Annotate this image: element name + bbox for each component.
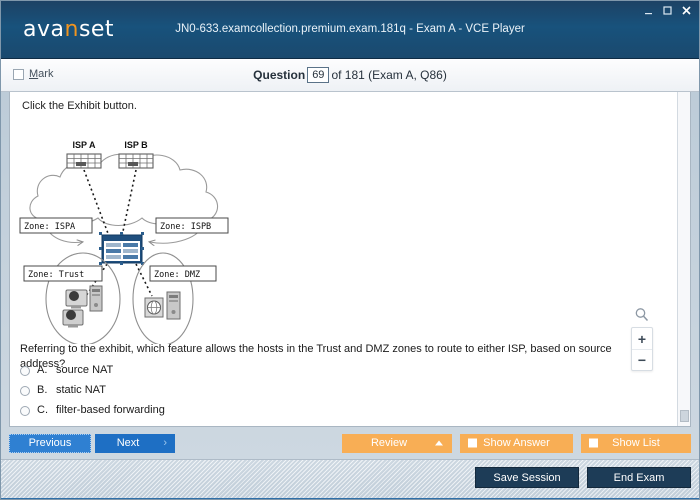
zoom-controls: + −: [629, 307, 655, 371]
show-answer-button[interactable]: Show Answer: [460, 433, 573, 453]
question-indicator: Question 69 of 181 (Exam A, Q86): [1, 67, 699, 83]
answer-text-a: source NAT: [56, 364, 114, 376]
answer-text-c: filter-based forwarding: [56, 404, 165, 416]
review-button-label: Review: [370, 437, 408, 449]
review-button[interactable]: Review: [342, 433, 452, 453]
answer-option-a[interactable]: A. source NAT: [20, 364, 165, 376]
question-number-input[interactable]: 69: [307, 67, 330, 83]
answer-options: A. source NAT B. static NAT C. filter-ba…: [20, 364, 165, 424]
answer-letter-a: A.: [37, 364, 48, 376]
content-scrollbar[interactable]: [677, 92, 690, 426]
magnifier-icon[interactable]: [634, 307, 650, 323]
server-icon-dmz: [144, 291, 181, 320]
question-panel: Click the Exhibit button. ISP A ISP B Zo…: [9, 92, 691, 427]
footer-bar: Save Session End Exam: [1, 459, 699, 499]
zoom-out-button[interactable]: −: [632, 349, 652, 370]
show-answer-label: Show Answer: [483, 437, 550, 449]
footer-buttons: Save Session End Exam: [475, 467, 691, 488]
workstation-icon-trust: [62, 285, 103, 328]
end-exam-button[interactable]: End Exam: [587, 467, 691, 488]
square-icon: [468, 438, 477, 448]
switch-icon-isp-a: [66, 153, 102, 169]
answer-radio-a[interactable]: [20, 366, 30, 376]
svg-text:ISP A: ISP A: [72, 140, 96, 150]
zone-label-trust: Zone: Trust: [28, 270, 84, 280]
maximize-icon[interactable]: [661, 4, 674, 17]
question-total: of 181 (Exam A, Q86): [331, 68, 447, 82]
exhibit-diagram: ISP A ISP B Zone: ISPA Zone: ISPB Zone: …: [10, 114, 250, 344]
answer-radio-c[interactable]: [20, 406, 30, 416]
minimize-icon[interactable]: [642, 4, 655, 17]
title-bar: avanset JN0-633.examcollection.premium.e…: [1, 1, 699, 59]
navigation-button-bar: Previous Next › Review Show Answer Show …: [9, 429, 691, 457]
answer-option-c[interactable]: C. filter-based forwarding: [20, 404, 165, 416]
caret-up-icon: [435, 440, 443, 446]
exhibit-instruction: Click the Exhibit button.: [22, 100, 137, 112]
zone-label-ispb: Zone: ISPB: [160, 222, 211, 232]
switch-icon-isp-b: [118, 153, 154, 169]
window-title: JN0-633.examcollection.premium.exam.181q…: [175, 23, 525, 35]
svg-text:ISP B: ISP B: [124, 140, 148, 150]
previous-button[interactable]: Previous: [9, 433, 91, 453]
answer-letter-c: C.: [37, 404, 48, 416]
answer-letter-b: B.: [37, 384, 48, 396]
question-toolbar: Mark Question 69 of 181 (Exam A, Q86): [1, 59, 699, 92]
question-content: Click the Exhibit button. ISP A ISP B Zo…: [10, 92, 677, 426]
close-icon[interactable]: [680, 4, 693, 17]
answer-radio-b[interactable]: [20, 386, 30, 396]
zoom-in-button[interactable]: +: [632, 328, 652, 349]
save-session-button[interactable]: Save Session: [475, 467, 579, 488]
chevron-right-icon: ›: [163, 437, 167, 449]
answer-text-b: static NAT: [56, 384, 106, 396]
next-button[interactable]: Next ›: [95, 433, 175, 453]
zone-label-dmz: Zone: DMZ: [154, 270, 200, 280]
zone-label-ispa: Zone: ISPA: [24, 222, 75, 232]
window-controls: [642, 4, 693, 17]
scrollbar-thumb[interactable]: [680, 410, 689, 422]
firewall-device-icon: [99, 232, 144, 265]
zoom-button-group: + −: [631, 327, 653, 371]
square-icon: [589, 438, 598, 448]
answer-option-b[interactable]: B. static NAT: [20, 384, 165, 396]
next-button-label: Next: [116, 437, 140, 449]
show-list-label: Show List: [612, 437, 660, 449]
show-list-button[interactable]: Show List: [581, 433, 691, 453]
vce-player-window: avanset JN0-633.examcollection.premium.e…: [0, 0, 700, 500]
question-word: Question: [253, 68, 306, 82]
